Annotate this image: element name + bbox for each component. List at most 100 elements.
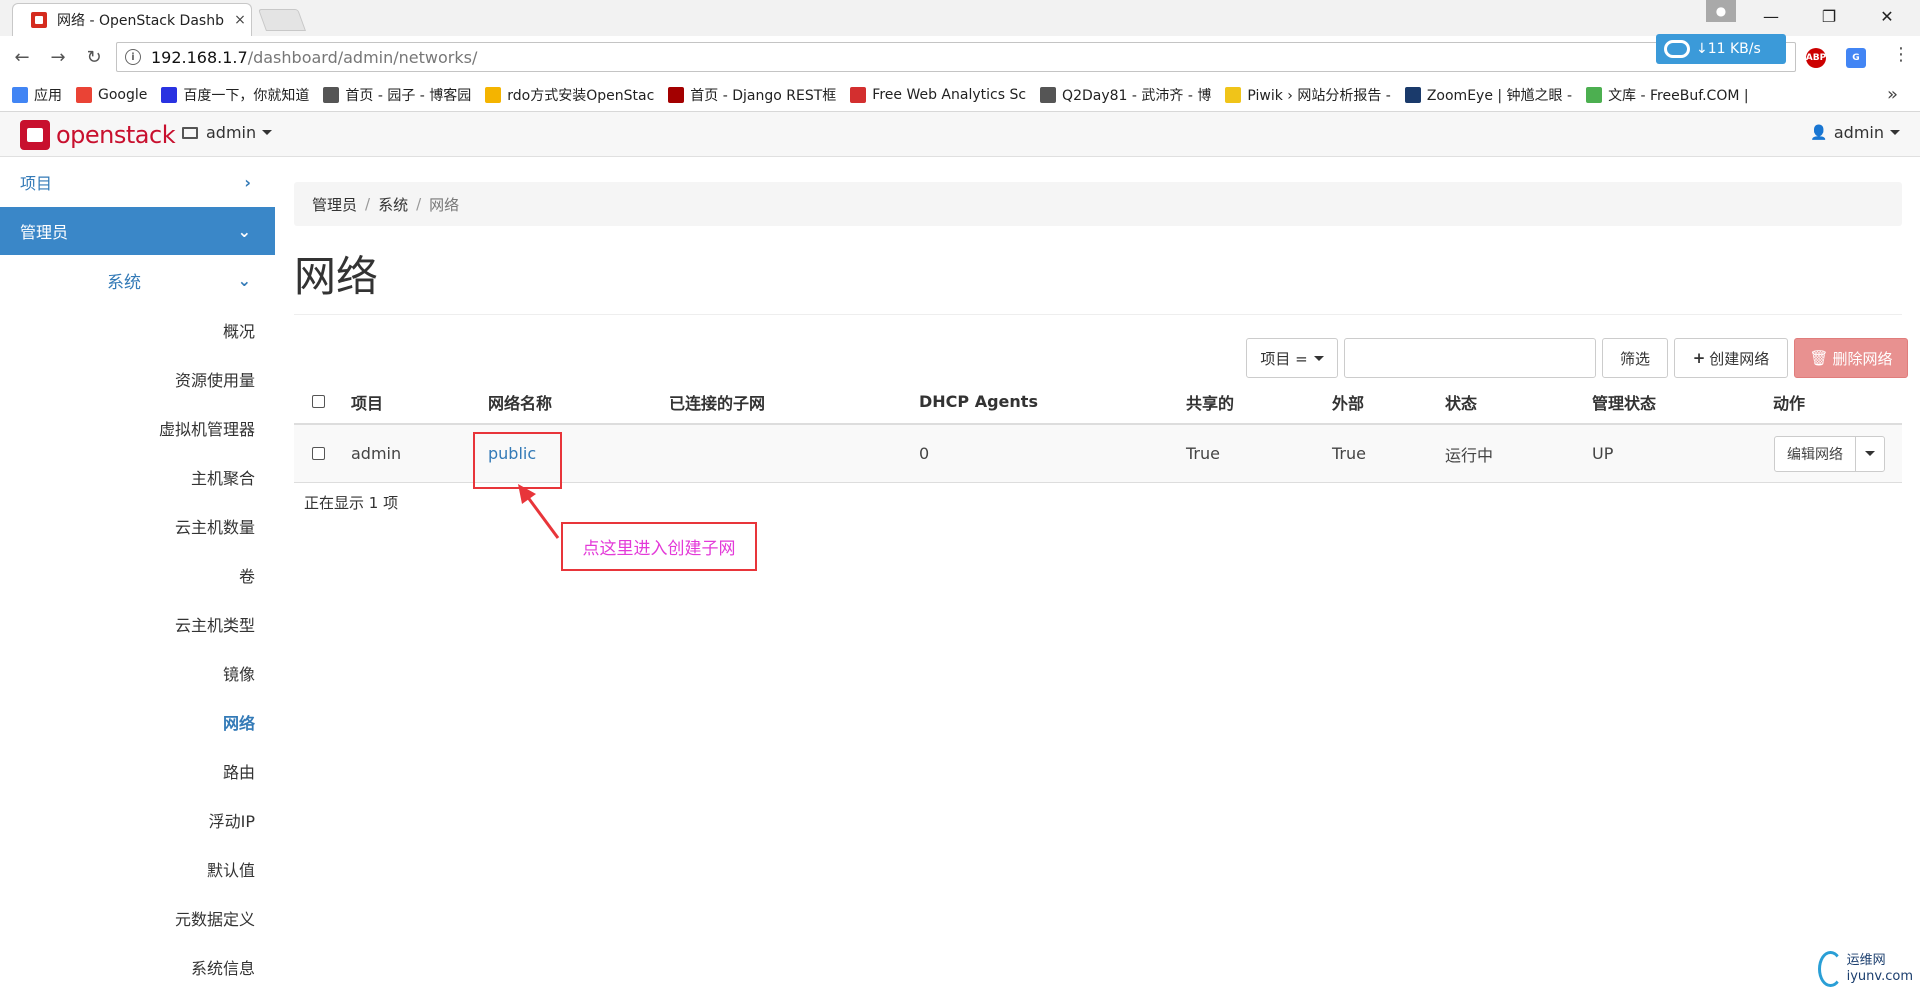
bookmark-icon	[485, 86, 502, 103]
column-header-shared[interactable]: 共享的	[1186, 380, 1234, 423]
chevron-right-icon: ›	[244, 172, 251, 192]
bookmark-icon	[668, 86, 685, 103]
column-header-project[interactable]: 项目	[351, 380, 383, 423]
bookmark-label: ZoomEye | 钟馗之眼 -	[1426, 87, 1573, 104]
column-header-name[interactable]: 网络名称	[488, 380, 552, 423]
bookmark-item[interactable]: 百度一下，你就知道	[161, 85, 309, 105]
bookmark-item[interactable]: Free Web Analytics Sc	[850, 86, 1026, 103]
breadcrumb-item[interactable]: 系统	[378, 194, 408, 215]
openstack-logo[interactable]: openstack	[20, 120, 176, 150]
row-select-cell	[312, 425, 325, 482]
column-header-subnets[interactable]: 已连接的子网	[669, 380, 765, 423]
caret-down-icon	[1890, 130, 1900, 135]
browser-menu-icon[interactable]: ⋮	[1892, 44, 1910, 65]
plus-icon: +	[1692, 349, 1706, 367]
column-header-dhcp[interactable]: DHCP Agents	[919, 380, 1038, 423]
sidebar-item[interactable]: 卷	[0, 550, 275, 599]
bookmark-icon	[323, 86, 340, 103]
filter-select-label: 项目 =	[1260, 349, 1308, 368]
minimize-button[interactable]: —	[1742, 0, 1800, 33]
user-name: admin	[1833, 123, 1884, 142]
sidebar-item[interactable]: 主机聚合	[0, 452, 275, 501]
sidebar-item[interactable]: 虚拟机管理器	[0, 403, 275, 452]
cell-admin-state: UP	[1592, 444, 1614, 463]
breadcrumb-item[interactable]: 管理员	[312, 194, 357, 215]
user-icon: 👤	[1810, 124, 1828, 141]
row-checkbox[interactable]	[312, 447, 325, 460]
bookmark-item[interactable]: rdo方式安装OpenStac	[485, 85, 654, 105]
browser-tab[interactable]: 网络 - OpenStack Dashb ×	[12, 3, 252, 36]
sidebar-item[interactable]: 元数据定义	[0, 893, 275, 942]
bookmark-item[interactable]: Google	[76, 86, 147, 103]
bookmark-item[interactable]: ZoomEye | 钟馗之眼 -	[1404, 85, 1573, 105]
tab-title: 网络 - OpenStack Dashb	[57, 13, 224, 29]
bookmark-item[interactable]: 首页 - 园子 - 博客园	[323, 85, 471, 105]
sidebar-item[interactable]: 云主机类型	[0, 599, 275, 648]
reload-icon[interactable]: ↻	[80, 44, 108, 70]
bookmark-label: rdo方式安装OpenStac	[507, 87, 655, 104]
bookmark-item[interactable]: 首页 - Django REST框	[668, 85, 836, 105]
project-switcher[interactable]: admin	[182, 123, 273, 142]
logo-text: openstack	[56, 121, 176, 149]
close-window-button[interactable]: ✕	[1858, 0, 1916, 33]
user-menu[interactable]: 👤 admin	[1810, 123, 1900, 142]
bookmark-item[interactable]: 应用	[12, 85, 62, 105]
sidebar-item[interactable]: 网络	[0, 697, 275, 746]
sidebar-item-admin[interactable]: 管理员 ⌄	[0, 207, 275, 255]
bookmark-item[interactable]: Piwik › 网站分析报告 -	[1225, 85, 1391, 105]
sidebar-item[interactable]: 资源使用量	[0, 354, 275, 403]
column-header-admin-state[interactable]: 管理状态	[1592, 380, 1656, 423]
filter-button[interactable]: 筛选	[1602, 338, 1668, 378]
breadcrumb-separator: /	[365, 195, 371, 213]
row-actions-dropdown[interactable]	[1856, 437, 1884, 471]
delete-networks-button[interactable]: 🗑 删除网络	[1794, 338, 1908, 378]
highlight-box	[473, 432, 562, 489]
bookmark-icon	[161, 86, 178, 103]
sidebar-item[interactable]: 系统信息	[0, 942, 275, 991]
bookmark-item[interactable]: Q2Day81 - 武沛齐 - 博	[1040, 85, 1211, 105]
sidebar-group-system[interactable]: 系统 ⌄	[0, 255, 275, 305]
bookmark-label: 应用	[34, 87, 62, 104]
bookmarks-overflow-icon[interactable]: »	[1887, 84, 1898, 105]
watermark: 运维网 iyunv.com	[1818, 948, 1913, 990]
column-header-external[interactable]: 外部	[1332, 380, 1364, 423]
filter-input[interactable]	[1344, 338, 1596, 378]
bookmark-icon	[1040, 86, 1057, 103]
bookmark-item[interactable]: 文库 - FreeBuf.COM |	[1586, 85, 1749, 105]
select-all-checkbox[interactable]	[312, 395, 325, 408]
sidebar-item[interactable]: 云主机数量	[0, 501, 275, 550]
sidebar-item-project[interactable]: 项目 ›	[0, 157, 275, 207]
profile-icon[interactable]: ●	[1706, 0, 1736, 22]
info-icon[interactable]: i	[125, 49, 141, 65]
row-action-group: 编辑网络	[1774, 435, 1885, 472]
create-network-button[interactable]: + 创建网络	[1674, 338, 1788, 378]
url-path: /dashboard/admin/networks/	[247, 47, 478, 67]
tab-close-icon[interactable]: ×	[229, 12, 251, 28]
sidebar-item[interactable]: 路由	[0, 746, 275, 795]
browser-toolbar: ← → ↻ i 192.168.1.7 /dashboard/admin/net…	[0, 36, 1920, 78]
back-arrow-icon[interactable]: ←	[8, 44, 36, 70]
restore-button[interactable]: ❐	[1800, 0, 1858, 33]
divider	[294, 314, 1902, 315]
bookmarks-bar: 应用 Google 百度一下，你就知道 首页 - 园子 - 博客园 rdo方式安装Ope…	[0, 78, 1920, 112]
sidebar-item[interactable]: 概况	[0, 305, 275, 354]
project-name: admin	[206, 123, 257, 142]
edit-network-button[interactable]: 编辑网络	[1775, 436, 1856, 471]
bookmark-label: Q2Day81 - 武沛齐 - 博	[1062, 87, 1212, 104]
cell-shared: True	[1186, 444, 1220, 463]
address-bar[interactable]: i 192.168.1.7 /dashboard/admin/networks/	[116, 42, 1796, 72]
breadcrumb-separator: /	[416, 195, 422, 213]
annotation-callout: 点这里进入创建子网	[561, 522, 757, 571]
filter-field-select[interactable]: 项目 =	[1246, 338, 1338, 378]
bookmark-label: 百度一下，你就知道	[183, 87, 310, 104]
new-tab-button[interactable]	[257, 9, 307, 31]
sidebar-item[interactable]: 镜像	[0, 648, 275, 697]
sidebar-item[interactable]: 默认值	[0, 844, 275, 893]
sidebar-item[interactable]: 浮动IP	[0, 795, 275, 844]
translate-icon[interactable]: G	[1846, 48, 1866, 68]
adblock-icon[interactable]: ABP	[1806, 48, 1826, 68]
forward-arrow-icon[interactable]: →	[44, 44, 72, 70]
column-header-status[interactable]: 状态	[1445, 380, 1477, 423]
column-header-actions: 动作	[1773, 393, 1806, 413]
sidebar: 项目 › 管理员 ⌄ 系统 ⌄ 概况 资源使用量 虚拟机管理器 主机聚合 云主机数量卷云…	[0, 157, 275, 994]
